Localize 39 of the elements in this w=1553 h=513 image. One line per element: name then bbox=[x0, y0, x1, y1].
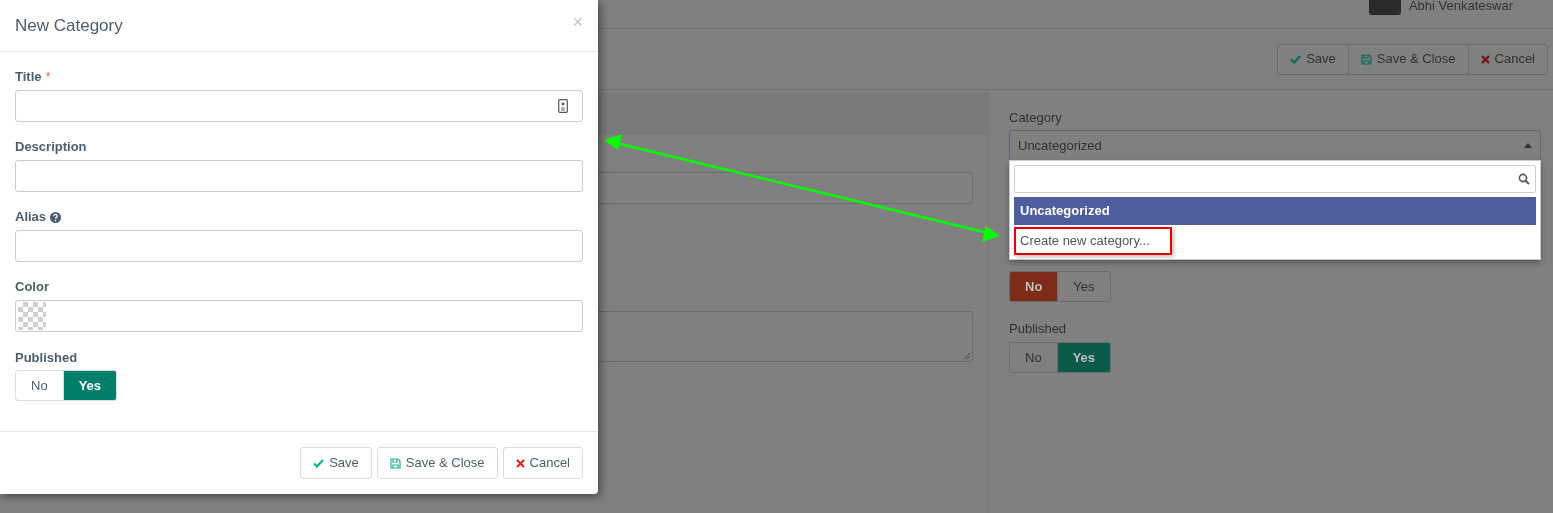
field-label: Color bbox=[15, 278, 49, 297]
dialog-title: New Category bbox=[15, 14, 123, 37]
dropdown-option[interactable]: Uncategorized bbox=[1014, 197, 1536, 225]
toolbar-button[interactable]: Cancel bbox=[1467, 43, 1548, 75]
close-icon bbox=[1480, 54, 1490, 64]
dialog-button[interactable]: Cancel bbox=[502, 447, 583, 479]
caret-icon bbox=[1524, 143, 1532, 148]
check-icon bbox=[313, 458, 325, 468]
color-field[interactable] bbox=[15, 300, 583, 332]
close-icon bbox=[515, 458, 525, 468]
avatar[interactable] bbox=[1368, 0, 1401, 15]
id-card-icon bbox=[558, 99, 568, 113]
color-swatch-icon bbox=[18, 302, 46, 330]
field-label: Alias bbox=[15, 208, 47, 227]
search-field[interactable] bbox=[1014, 165, 1536, 193]
field-label: Title bbox=[15, 68, 42, 87]
toggle-option[interactable]: Yes bbox=[62, 370, 118, 401]
resize-handle-icon[interactable] bbox=[963, 352, 971, 360]
dialog-button[interactable]: Save & Close bbox=[376, 447, 498, 479]
category-select[interactable]: Uncategorized bbox=[1009, 130, 1541, 161]
field-label: Published bbox=[1009, 320, 1068, 336]
required-mark: * bbox=[45, 68, 51, 87]
search-icon bbox=[1518, 173, 1530, 185]
field-label: Category bbox=[1009, 109, 1063, 125]
text-area[interactable] bbox=[598, 311, 973, 362]
toggle-option[interactable]: Yes bbox=[1057, 271, 1111, 302]
dialog-button[interactable]: Save bbox=[300, 447, 372, 479]
toggle-option[interactable]: Yes bbox=[1056, 342, 1112, 373]
toggle-option[interactable]: No bbox=[1009, 342, 1058, 373]
text-field[interactable] bbox=[598, 172, 973, 204]
field-label: Description bbox=[15, 138, 87, 157]
toggle-option[interactable]: No bbox=[1009, 271, 1059, 302]
toolbar-button[interactable]: Save & Close bbox=[1347, 43, 1469, 75]
field-label: Published bbox=[15, 349, 79, 366]
user-name[interactable]: Abhi Venkateswar bbox=[1408, 0, 1513, 14]
toolbar-button[interactable]: Save bbox=[1277, 43, 1349, 75]
dropdown-option[interactable]: Create new category... bbox=[1014, 227, 1172, 255]
check-icon bbox=[1290, 54, 1302, 64]
toggle-option[interactable]: No bbox=[15, 370, 64, 401]
